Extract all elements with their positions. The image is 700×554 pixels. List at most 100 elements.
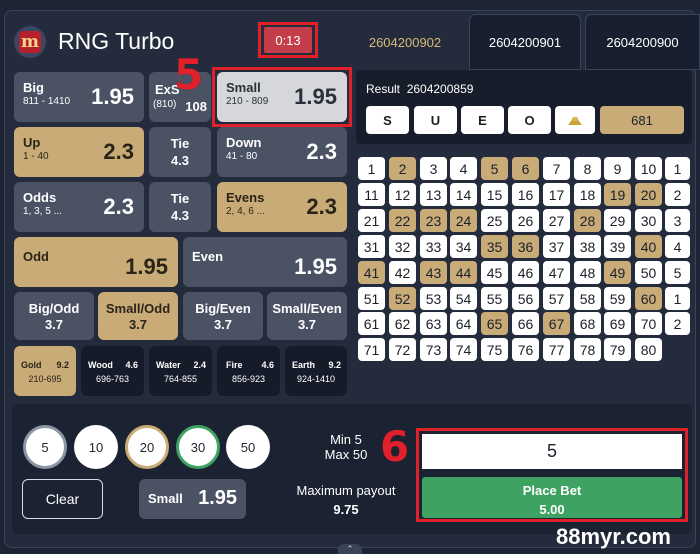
bet-tie-oddeven[interactable]: Tie 4.3 <box>149 182 211 232</box>
number-cell-25: 25 <box>481 209 508 232</box>
number-cell-58: 58 <box>574 287 601 310</box>
number-cell-39: 39 <box>604 235 631 258</box>
bet-fire[interactable]: Fire 4.6 856-923 <box>217 346 280 396</box>
number-cell-22: 22 <box>389 209 416 232</box>
number-cell-79: 79 <box>604 338 631 361</box>
row-count-2: 2 <box>665 183 690 206</box>
number-cell-64: 64 <box>450 312 477 335</box>
number-cell-49: 49 <box>604 261 631 284</box>
number-cell-18: 18 <box>574 183 601 206</box>
number-cell-37: 37 <box>543 235 570 258</box>
bet-small-odd[interactable]: Small/Odd 3.7 <box>98 292 178 340</box>
bet-down[interactable]: Down 41 - 80 2.3 <box>217 127 347 177</box>
annotation-5: 5 <box>174 50 204 99</box>
number-cell-1: 1 <box>358 157 385 180</box>
bet-small[interactable]: Small 210 - 809 1.95 <box>217 72 347 122</box>
row-count-1: 1 <box>665 157 690 180</box>
number-cell-5: 5 <box>481 157 508 180</box>
number-cell-59: 59 <box>604 287 631 310</box>
row-count-6: 1 <box>665 287 690 310</box>
place-bet-button[interactable]: Place Bet 5.00 <box>422 477 682 518</box>
number-cell-56: 56 <box>512 287 539 310</box>
number-cell-13: 13 <box>420 183 447 206</box>
tab-round-previous[interactable]: 2604200901 <box>469 14 581 70</box>
watermark: 88myr.com <box>556 524 671 549</box>
bet-big-odd[interactable]: Big/Odd 3.7 <box>14 292 94 340</box>
bet-amount-input[interactable] <box>422 434 682 469</box>
number-cell-44: 44 <box>450 261 477 284</box>
expand-handle-icon[interactable]: ⌃ <box>338 544 362 554</box>
number-cell-28: 28 <box>574 209 601 232</box>
chip-10[interactable]: 10 <box>74 425 118 469</box>
bet-water[interactable]: Water 2.4 764-855 <box>149 346 212 396</box>
number-cell-15: 15 <box>481 183 508 206</box>
max-payout-label: Maximum payout <box>296 483 396 498</box>
number-cell-62: 62 <box>389 312 416 335</box>
number-cell-38: 38 <box>574 235 601 258</box>
countdown-timer: 0:13 <box>258 22 318 58</box>
number-cell-63: 63 <box>420 312 447 335</box>
number-cell-26: 26 <box>512 209 539 232</box>
number-cell-42: 42 <box>389 261 416 284</box>
result-total: 681 <box>600 106 684 134</box>
bet-big[interactable]: Big 811 - 1410 1.95 <box>14 72 144 122</box>
number-cell-45: 45 <box>481 261 508 284</box>
number-cell-51: 51 <box>358 287 385 310</box>
bet-evens[interactable]: Evens 2, 4, 6 ... 2.3 <box>217 182 347 232</box>
number-cell-80: 80 <box>635 338 662 361</box>
row-count-7: 2 <box>665 312 690 335</box>
number-cell-24: 24 <box>450 209 477 232</box>
number-cell-2: 2 <box>389 157 416 180</box>
bet-odds[interactable]: Odds 1, 3, 5 ... 2.3 <box>14 182 144 232</box>
bet-even[interactable]: Even 1.95 <box>183 237 347 287</box>
bet-small-even[interactable]: Small/Even 3.7 <box>267 292 347 340</box>
number-cell-43: 43 <box>420 261 447 284</box>
result-tie-letter: E <box>461 106 504 134</box>
number-cell-16: 16 <box>512 183 539 206</box>
row-count-3: 3 <box>665 209 690 232</box>
bet-odd[interactable]: Odd 1.95 <box>14 237 178 287</box>
bet-big-even[interactable]: Big/Even 3.7 <box>183 292 263 340</box>
number-cell-60: 60 <box>635 287 662 310</box>
number-cell-14: 14 <box>450 183 477 206</box>
number-cell-61: 61 <box>358 312 385 335</box>
number-cell-70: 70 <box>635 312 662 335</box>
selected-bet-summary: Small 1.95 <box>139 479 246 519</box>
clear-button[interactable]: Clear <box>22 479 103 519</box>
number-cell-23: 23 <box>420 209 447 232</box>
number-cell-33: 33 <box>420 235 447 258</box>
number-cell-31: 31 <box>358 235 385 258</box>
number-cell-30: 30 <box>635 209 662 232</box>
number-cell-8: 8 <box>574 157 601 180</box>
result-title: Result 2604200859 <box>366 82 474 96</box>
number-cell-78: 78 <box>574 338 601 361</box>
number-cell-76: 76 <box>512 338 539 361</box>
number-cell-72: 72 <box>389 338 416 361</box>
number-cell-46: 46 <box>512 261 539 284</box>
number-cell-74: 74 <box>450 338 477 361</box>
number-cell-67: 67 <box>543 312 570 335</box>
number-cell-4: 4 <box>450 157 477 180</box>
chip-20[interactable]: 20 <box>125 425 169 469</box>
number-cell-20: 20 <box>635 183 662 206</box>
game-title: RNG Turbo <box>58 28 175 54</box>
number-cell-73: 73 <box>420 338 447 361</box>
result-direction-letter: U <box>414 106 457 134</box>
number-cell-68: 68 <box>574 312 601 335</box>
bet-tie-updown[interactable]: Tie 4.3 <box>149 127 211 177</box>
number-cell-17: 17 <box>543 183 570 206</box>
result-size-letter: S <box>366 106 409 134</box>
number-cell-47: 47 <box>543 261 570 284</box>
number-cell-57: 57 <box>543 287 570 310</box>
gold-bars-icon <box>555 106 595 134</box>
bet-up[interactable]: Up 1 - 40 2.3 <box>14 127 144 177</box>
bet-wood[interactable]: Wood 4.6 696-763 <box>81 346 144 396</box>
bet-earth[interactable]: Earth 9.2 924-1410 <box>285 346 347 396</box>
bet-gold[interactable]: Gold 9.2 210-695 <box>14 346 76 396</box>
chip-30[interactable]: 30 <box>176 425 220 469</box>
chip-50[interactable]: 50 <box>226 425 270 469</box>
number-cell-66: 66 <box>512 312 539 335</box>
tab-round-older[interactable]: 2604200900 <box>585 14 700 70</box>
tab-round-current[interactable]: 2604200902 <box>350 14 460 70</box>
chip-5[interactable]: 5 <box>23 425 67 469</box>
